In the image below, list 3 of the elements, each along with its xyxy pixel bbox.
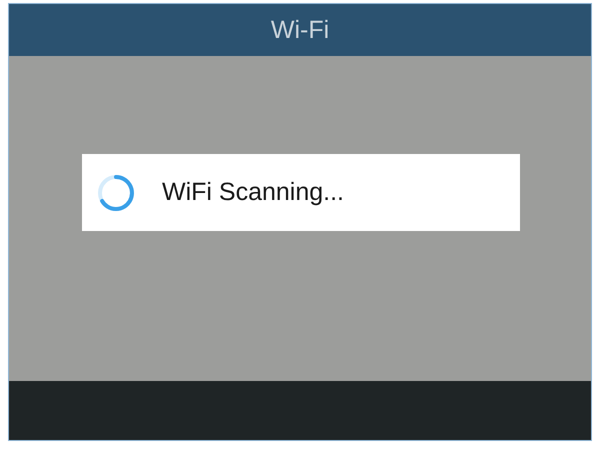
scanning-message: WiFi Scanning... bbox=[162, 178, 344, 207]
loading-spinner-icon bbox=[96, 172, 136, 212]
window-title: Wi-Fi bbox=[270, 16, 330, 44]
